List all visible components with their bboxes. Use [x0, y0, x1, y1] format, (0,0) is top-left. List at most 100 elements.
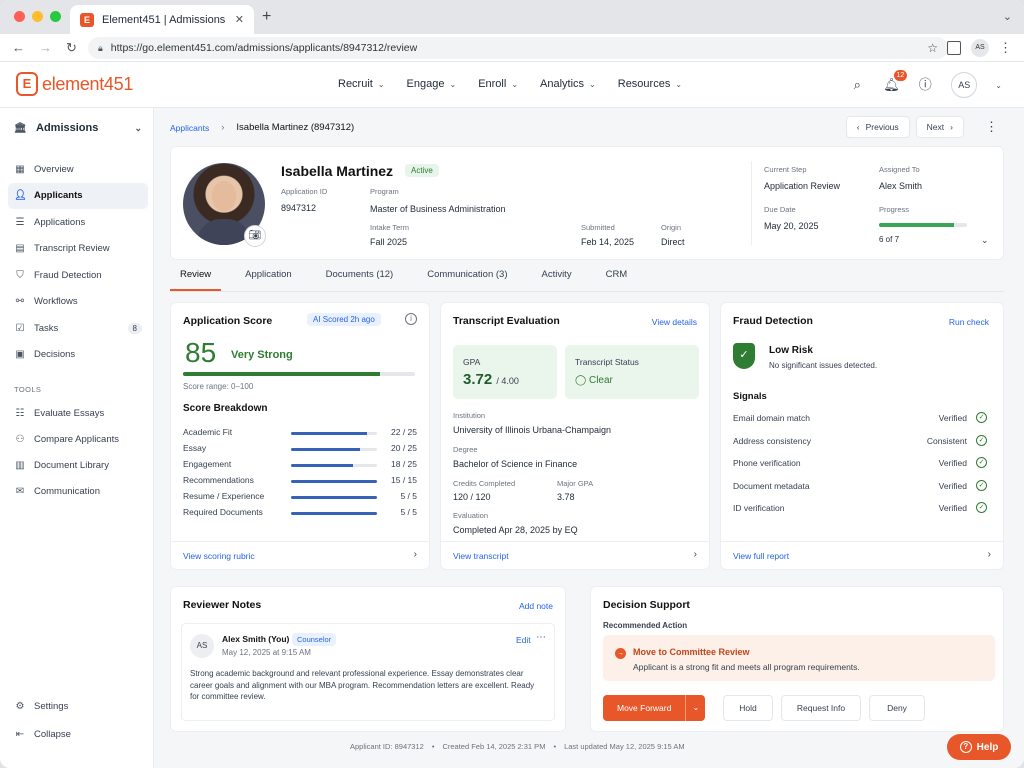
next-button[interactable]: Next ›: [915, 116, 964, 138]
breadcrumb-applicants[interactable]: Applicants: [170, 123, 209, 133]
breakdown-fill: [291, 496, 377, 499]
chevron-right-icon[interactable]: ›: [694, 549, 697, 560]
tab-activity[interactable]: Activity: [531, 264, 581, 291]
sidebar-item-tasks[interactable]: ☑ Tasks 8: [8, 315, 148, 342]
forward-arrow-icon[interactable]: →: [39, 40, 52, 56]
breakdown-row: Academic Fit 22 / 25: [183, 427, 417, 441]
sidebar-item-document-library[interactable]: ▥ Document Library: [8, 452, 148, 478]
breakdown-bar: [291, 480, 377, 483]
deny-button[interactable]: Deny: [869, 695, 925, 721]
tab-documents[interactable]: Documents (12): [316, 264, 404, 291]
check-circle-icon: ✓: [976, 457, 987, 468]
browser-menu-icon[interactable]: ⋮: [999, 40, 1012, 56]
maximize-window-button[interactable]: [50, 11, 61, 22]
sidebar-item-applicants[interactable]: 👤︎ Applicants: [8, 182, 148, 209]
more-actions-icon[interactable]: ⋮: [985, 119, 998, 135]
breakdown-fill: [291, 464, 353, 467]
bell-icon[interactable]: 🔔︎ 12: [883, 70, 908, 93]
extensions-icon[interactable]: [947, 41, 961, 55]
nav-engage[interactable]: Engage ⌄: [407, 78, 457, 90]
nav-buttons: ← → ↻: [12, 40, 77, 56]
sidebar-item-evaluate-essays[interactable]: ☷ Evaluate Essays: [8, 400, 148, 426]
sidebar-item-applications[interactable]: ☰ Applications: [8, 209, 148, 236]
hold-button[interactable]: Hold: [723, 695, 773, 721]
reload-icon[interactable]: ↻: [66, 40, 77, 56]
breakdown-bar: [291, 512, 377, 515]
expand-chevron-icon[interactable]: ⌄: [981, 235, 989, 246]
program-label: Program: [370, 187, 399, 196]
url-field[interactable]: 🔒︎ https://go.element451.com/admissions/…: [88, 37, 948, 59]
sidebar-item-settings[interactable]: ⚙ Settings: [8, 692, 148, 720]
move-forward-button[interactable]: Move Forward ⌄: [603, 695, 706, 721]
nav-analytics[interactable]: Analytics ⌄: [540, 78, 596, 90]
sidebar-item-transcript-review[interactable]: ▤ Transcript Review: [8, 236, 148, 263]
chevron-right-icon: ›: [950, 122, 953, 132]
sidebar-item-fraud-detection[interactable]: ⛉ Fraud Detection: [8, 262, 148, 289]
view-details-link[interactable]: View details: [652, 317, 697, 327]
sidebar-item-communication[interactable]: ✉ Communication: [8, 478, 148, 504]
close-tab-icon[interactable]: ✕: [235, 13, 244, 26]
back-arrow-icon[interactable]: ←: [12, 40, 25, 56]
sidebar-nav: ▦ Overview 👤︎ Applicants ☰ Applications ▤ Tr…: [8, 156, 148, 368]
submitted: Feb 14, 2025: [581, 237, 635, 247]
chevron-right-icon[interactable]: ›: [414, 549, 417, 560]
gpa-max: / 4.00: [496, 376, 519, 386]
flow-icon: ⚯: [15, 296, 25, 308]
sidebar-item-decisions[interactable]: ▣ Decisions: [8, 342, 148, 369]
nav-recruit[interactable]: Recruit ⌄: [338, 78, 385, 90]
clipboard-icon: ▣: [15, 349, 25, 361]
help-button[interactable]: ? Help: [947, 734, 1011, 760]
previous-button[interactable]: ‹ Previous: [845, 116, 910, 138]
favicon-icon: E: [80, 12, 94, 27]
application-score-card: Application Score AI Scored 2h ago i 85 …: [170, 302, 430, 570]
chevron-right-icon[interactable]: ›: [988, 549, 991, 560]
breakdown-name: Recommendations: [183, 475, 254, 485]
tab-list-chevron-icon[interactable]: ⌄: [1003, 10, 1012, 23]
tab-review[interactable]: Review: [170, 264, 222, 291]
camera-icon[interactable]: 📷︎: [244, 225, 266, 247]
view-full-report-link[interactable]: View full report: [733, 551, 789, 561]
tab-communication[interactable]: Communication (3): [417, 264, 517, 291]
signal-name: Address consistency: [733, 435, 811, 446]
request-info-button[interactable]: Request Info: [781, 695, 861, 721]
footer-updated: Last updated May 12, 2025 9:15 AM: [564, 742, 685, 751]
org-switcher[interactable]: 🏛︎ Admissions ⌄: [14, 122, 142, 134]
minimize-window-button[interactable]: [32, 11, 43, 22]
view-scoring-rubric-link[interactable]: View scoring rubric: [183, 551, 255, 561]
pager: ‹ Previous Next ›: [845, 116, 964, 138]
logo[interactable]: E element451: [16, 72, 133, 96]
edit-note-button[interactable]: Edit: [516, 635, 531, 645]
close-window-button[interactable]: [14, 11, 25, 22]
run-check-link[interactable]: Run check: [949, 317, 989, 327]
sidebar-item-overview[interactable]: ▦ Overview: [8, 156, 148, 183]
sidebar-item-collapse[interactable]: ⇤ Collapse: [8, 720, 148, 748]
browser-tab[interactable]: E Element451 | Admissions ✕: [70, 5, 254, 34]
tab-application[interactable]: Application: [235, 264, 301, 291]
search-icon[interactable]: ⌕: [849, 77, 865, 93]
info-icon[interactable]: i: [405, 313, 417, 325]
add-note-link[interactable]: Add note: [519, 601, 553, 611]
sidebar-item-compare-applicants[interactable]: ⚇ Compare Applicants: [8, 426, 148, 452]
nav-resources[interactable]: Resources ⌄: [618, 78, 682, 90]
browser-profile-avatar[interactable]: AS: [971, 39, 989, 57]
nav-enroll[interactable]: Enroll ⌄: [478, 78, 518, 90]
user-menu-chevron-icon[interactable]: ⌄: [995, 81, 1002, 90]
help-icon[interactable]: ⓘ: [917, 77, 933, 93]
chevron-down-icon[interactable]: ⌄: [685, 695, 705, 721]
person-icon: 👤︎: [14, 190, 27, 202]
sidebar-item-workflows[interactable]: ⚯ Workflows: [8, 289, 148, 316]
note-text: Strong academic background and relevant …: [190, 669, 535, 701]
new-tab-icon[interactable]: +: [262, 8, 271, 26]
user-avatar[interactable]: AS: [951, 72, 978, 98]
more-icon[interactable]: ⋯: [536, 632, 546, 643]
current-step-label: Current Step: [764, 165, 807, 174]
bookmark-star-icon[interactable]: ☆: [927, 41, 938, 55]
signal-row: Email domain match Verified ✓: [733, 412, 987, 427]
transcript-status: Clear: [588, 375, 613, 386]
view-transcript-link[interactable]: View transcript: [453, 551, 509, 561]
transcript-status-line: ◯ Clear: [575, 375, 613, 386]
risk-level: Low Risk: [769, 345, 813, 356]
tab-crm[interactable]: CRM: [596, 264, 638, 291]
logo-mark: E: [16, 72, 38, 96]
chevron-down-icon: ⌄: [449, 79, 457, 89]
